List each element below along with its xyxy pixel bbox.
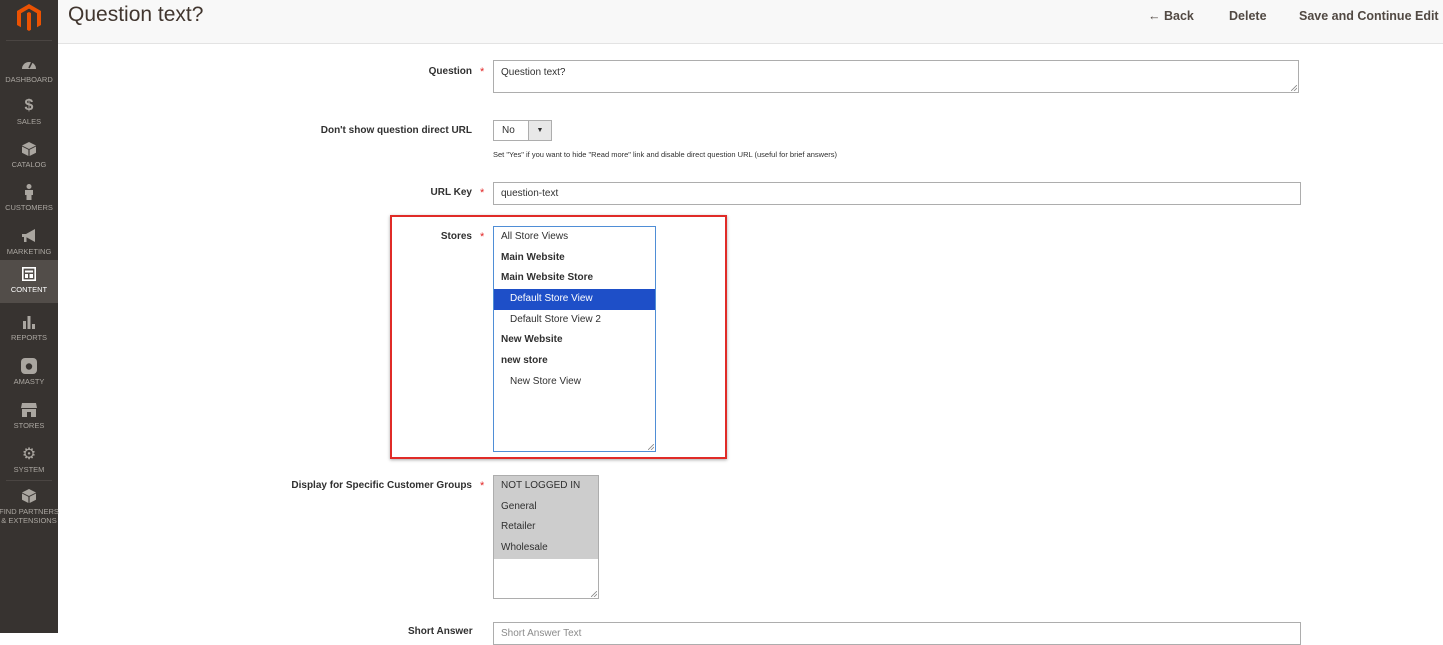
- sidebar-item-marketing[interactable]: MARKETING: [0, 222, 58, 264]
- cube-icon: [19, 140, 39, 158]
- dollar-icon: $: [24, 97, 34, 114]
- sidebar-item-label: CATALOG: [11, 160, 47, 169]
- stores-multiselect[interactable]: All Store Views Main Website Main Websit…: [493, 226, 656, 452]
- short-answer-input[interactable]: Short Answer Text: [493, 622, 1301, 645]
- direct-url-label: Don't show question direct URL: [320, 125, 472, 136]
- sidebar-item-dashboard[interactable]: DASHBOARD: [0, 50, 58, 92]
- layout-icon: [19, 265, 39, 283]
- customer-group-option[interactable]: Retailer: [494, 517, 598, 539]
- sidebar-item-label: MARKETING: [6, 247, 52, 256]
- sidebar-divider: [6, 480, 52, 481]
- store-option[interactable]: New Website: [494, 330, 655, 351]
- question-label: Question: [428, 66, 472, 77]
- store-option[interactable]: new store: [494, 351, 655, 372]
- sidebar-item-label: CONTENT: [10, 285, 48, 294]
- sidebar-item-label: SALES: [16, 117, 42, 126]
- stores-label: Stores: [440, 231, 472, 242]
- save-and-continue-button[interactable]: Save and Continue Edit: [1299, 9, 1439, 23]
- resize-handle-icon[interactable]: [1291, 85, 1297, 91]
- sidebar-item-sales[interactable]: $ SALES: [0, 92, 58, 134]
- customer-groups-multiselect[interactable]: NOT LOGGED IN General Retailer Wholesale: [493, 475, 599, 599]
- required-star: *: [480, 480, 485, 492]
- megaphone-icon: [19, 227, 39, 245]
- page-header: Question text? ← Back Delete Save and Co…: [58, 0, 1443, 44]
- person-icon: [19, 183, 39, 201]
- direct-url-select[interactable]: No ▼: [493, 120, 552, 141]
- customer-group-option[interactable]: Wholesale: [494, 538, 598, 559]
- sidebar-item-catalog[interactable]: CATALOG: [0, 135, 58, 177]
- url-key-value: question-text: [501, 188, 559, 199]
- short-answer-label: Short Answer: [408, 626, 473, 637]
- sidebar-item-content[interactable]: CONTENT: [0, 260, 58, 303]
- arrow-left-icon: ←: [1148, 9, 1164, 23]
- sidebar-item-label: AMASTY: [13, 377, 45, 386]
- store-option[interactable]: Main Website Store: [494, 268, 655, 289]
- sidebar-item-system[interactable]: ⚙ SYSTEM: [0, 440, 58, 482]
- sidebar-item-label: CUSTOMERS: [5, 203, 53, 212]
- sidebar-item-label: STORES: [13, 421, 45, 430]
- back-button[interactable]: ← Back: [1148, 9, 1194, 23]
- sidebar-item-reports[interactable]: REPORTS: [0, 308, 58, 350]
- back-label: Back: [1163, 9, 1194, 23]
- delete-button[interactable]: Delete: [1229, 9, 1267, 23]
- short-answer-placeholder: Short Answer Text: [501, 628, 582, 639]
- dashboard-icon: [19, 55, 39, 73]
- box-icon: [19, 487, 39, 505]
- direct-url-note: Set "Yes" if you want to hide "Read more…: [493, 150, 838, 159]
- required-star: *: [480, 187, 485, 199]
- required-star: *: [480, 66, 485, 78]
- question-value: Question text?: [501, 67, 566, 78]
- store-option[interactable]: New Store View: [494, 372, 655, 393]
- page-title: Question text?: [68, 3, 204, 26]
- sidebar-item-label: REPORTS: [10, 333, 48, 342]
- chevron-down-icon: ▼: [528, 121, 551, 140]
- magento-logo-icon[interactable]: [0, 0, 58, 36]
- sidebar-item-label: FIND PARTNERS: [0, 507, 59, 516]
- sidebar-item-stores[interactable]: STORES: [0, 396, 58, 438]
- direct-url-value: No: [502, 125, 515, 136]
- storefront-icon: [19, 401, 39, 419]
- store-option[interactable]: Default Store View 2: [494, 310, 655, 331]
- sidebar-item-label-line2: & EXTENSIONS: [1, 516, 57, 525]
- url-key-label: URL Key: [430, 187, 473, 198]
- required-star: *: [480, 231, 485, 243]
- bar-chart-icon: [19, 313, 39, 331]
- store-option-selected[interactable]: Default Store View: [494, 289, 655, 310]
- resize-handle-icon[interactable]: [648, 444, 654, 450]
- sidebar-divider: [6, 40, 52, 41]
- question-textarea[interactable]: Question text?: [493, 60, 1299, 93]
- customer-group-option[interactable]: NOT LOGGED IN: [494, 476, 598, 497]
- resize-handle-icon[interactable]: [591, 591, 597, 597]
- amasty-icon: [19, 357, 39, 375]
- gear-icon: ⚙: [21, 446, 37, 463]
- url-key-input[interactable]: question-text: [493, 182, 1301, 205]
- store-option[interactable]: Main Website: [494, 248, 655, 269]
- customer-group-option[interactable]: General: [494, 496, 598, 518]
- sidebar-item-label: SYSTEM: [13, 465, 45, 474]
- admin-sidebar: DASHBOARD $ SALES CATALOG CUSTOMERS MARK…: [0, 0, 59, 633]
- store-option[interactable]: All Store Views: [494, 227, 655, 248]
- customer-groups-label: Display for Specific Customer Groups: [291, 480, 472, 491]
- sidebar-item-find-partners[interactable]: FIND PARTNERS & EXTENSIONS: [0, 482, 59, 526]
- sidebar-item-label: DASHBOARD: [5, 75, 53, 84]
- sidebar-item-customers[interactable]: CUSTOMERS: [0, 178, 58, 220]
- sidebar-item-amasty[interactable]: AMASTY: [0, 352, 58, 394]
